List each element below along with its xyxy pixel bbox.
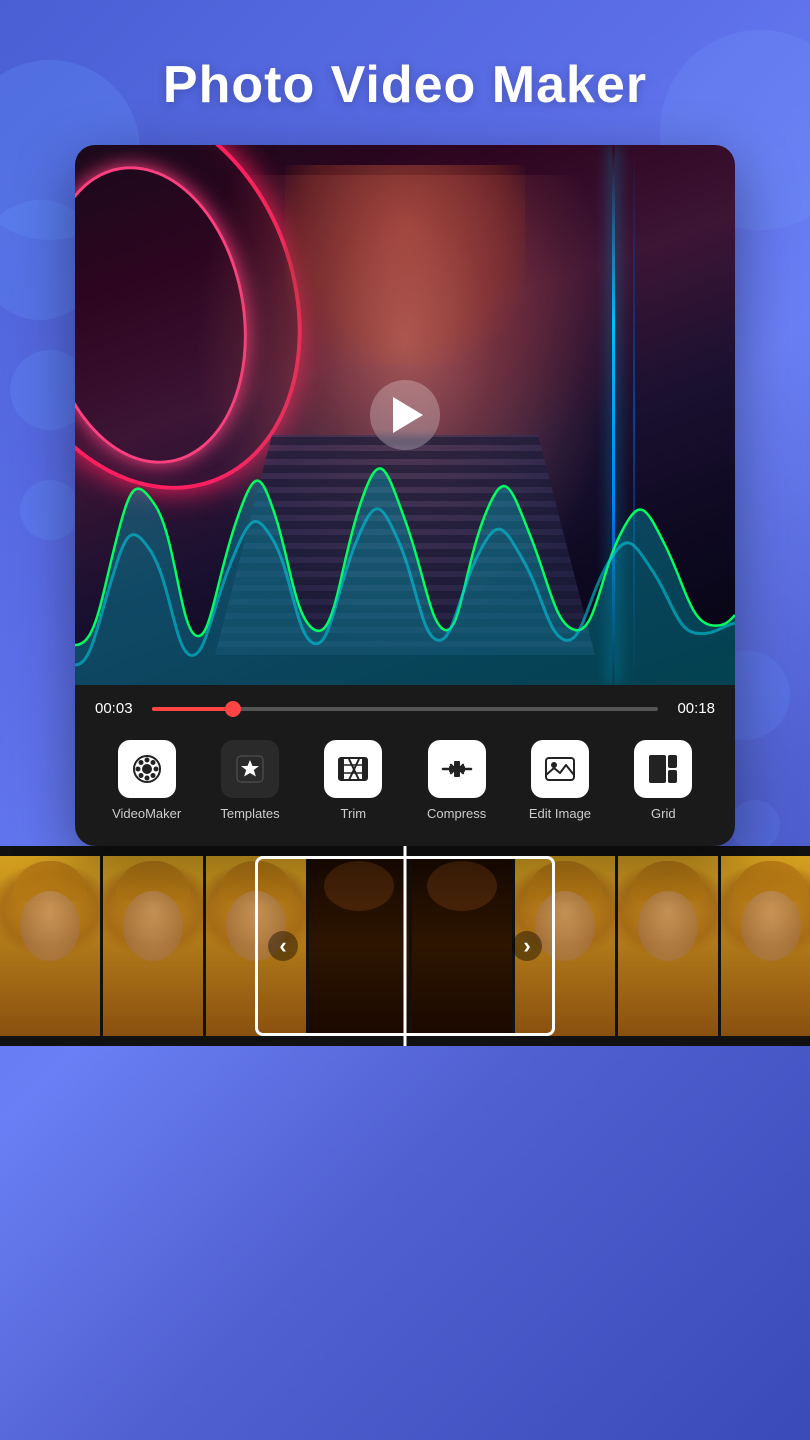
- trim-icon-box: [324, 740, 382, 798]
- compress-icon-box: [428, 740, 486, 798]
- film-strip-container[interactable]: ‹ ›: [0, 846, 810, 1046]
- templates-label: Templates: [220, 806, 279, 821]
- controls-bar: 00:03 00:18: [75, 685, 735, 846]
- film-frame-inner: [0, 856, 100, 1036]
- total-time: 00:18: [670, 700, 715, 717]
- tool-trim[interactable]: Trim: [308, 740, 398, 821]
- film-frame: [103, 856, 203, 1036]
- progress-bar[interactable]: [152, 707, 658, 711]
- trim-label: Trim: [341, 806, 367, 821]
- bg-decoration: [730, 800, 780, 850]
- grid-icon-box: [634, 740, 692, 798]
- compress-label: Compress: [427, 806, 486, 821]
- videomaker-label: VideoMaker: [112, 806, 181, 821]
- video-card: 00:03 00:18: [75, 145, 735, 846]
- progress-thumb: [225, 701, 241, 717]
- progress-row: 00:03 00:18: [95, 700, 715, 717]
- play-icon: [393, 397, 423, 433]
- film-reel-icon: [131, 753, 163, 785]
- star-template-icon: [234, 753, 266, 785]
- play-button[interactable]: [370, 380, 440, 450]
- selection-right-arrow[interactable]: ›: [512, 931, 542, 961]
- video-preview[interactable]: [75, 145, 735, 685]
- selection-left-arrow[interactable]: ‹: [268, 931, 298, 961]
- film-frame: [721, 856, 810, 1036]
- film-frame: [0, 856, 100, 1036]
- tool-templates[interactable]: Templates: [205, 740, 295, 821]
- grid-label: Grid: [651, 806, 676, 821]
- editimage-label: Edit Image: [529, 806, 591, 821]
- timeline-center-line: [404, 846, 407, 1046]
- tool-editimage[interactable]: Edit Image: [515, 740, 605, 821]
- tool-videomaker[interactable]: VideoMaker: [102, 740, 192, 821]
- templates-icon-box: [221, 740, 279, 798]
- tool-grid[interactable]: Grid: [618, 740, 708, 821]
- bg-decoration: [20, 480, 80, 540]
- current-time: 00:03: [95, 700, 140, 717]
- film-frame: [618, 856, 718, 1036]
- editimage-icon-box: [531, 740, 589, 798]
- film-frame-inner: [721, 856, 810, 1036]
- image-edit-icon: [544, 753, 576, 785]
- scissors-icon: [337, 753, 369, 785]
- tool-compress[interactable]: Compress: [412, 740, 502, 821]
- film-frame-inner: [618, 856, 718, 1036]
- videomaker-icon-box: [118, 740, 176, 798]
- grid-icon: [647, 753, 679, 785]
- tools-row: VideoMaker Templates: [95, 735, 715, 836]
- progress-fill: [152, 707, 233, 711]
- waveform-visualization: [75, 465, 735, 685]
- film-frame-inner: [103, 856, 203, 1036]
- page-title: Photo Video Maker: [0, 0, 810, 145]
- compress-arrows-icon: [441, 753, 473, 785]
